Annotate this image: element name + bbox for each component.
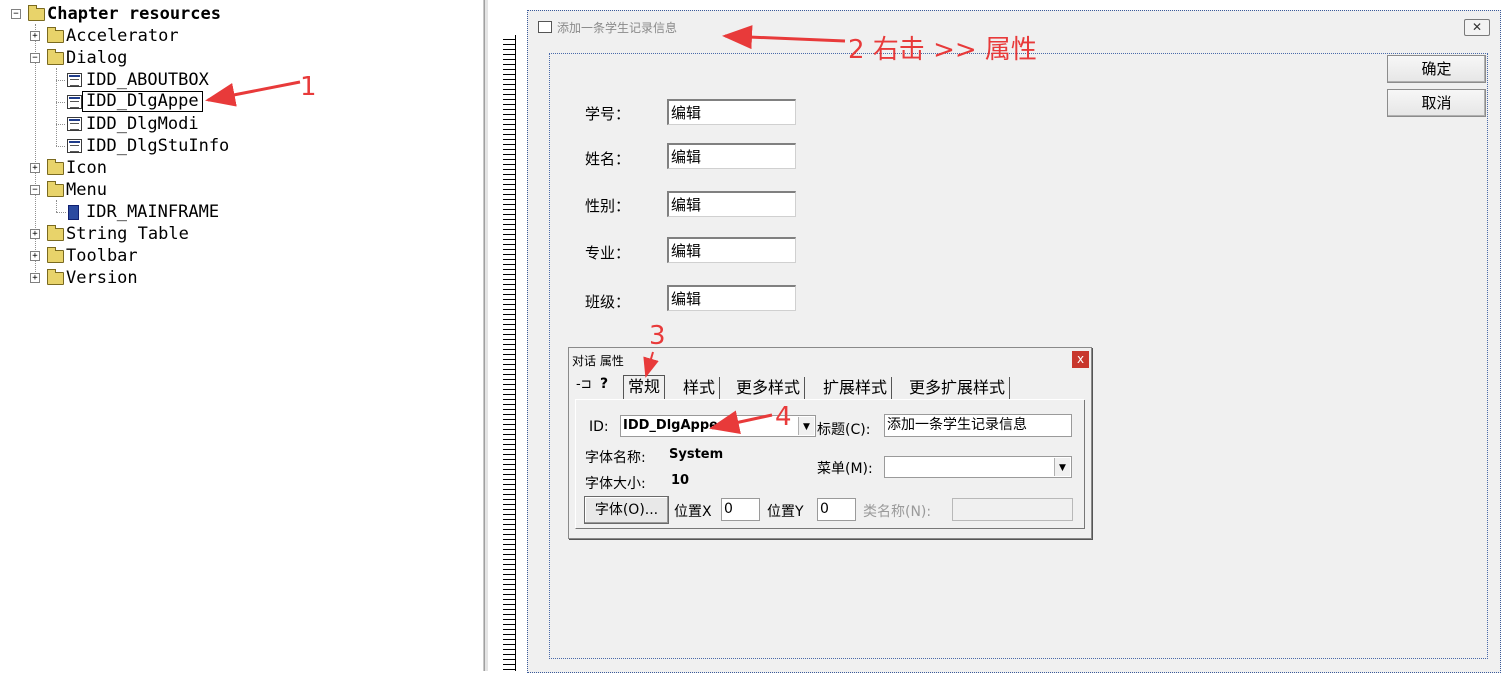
annotation-4: 4: [775, 402, 792, 432]
arrow-1: [205, 80, 301, 107]
arrow-2: [722, 25, 846, 50]
annotation-1: 1: [300, 72, 317, 102]
annotation-arrows: [205, 25, 846, 435]
annotation-2: 2 右击 >> 属性: [848, 35, 1037, 65]
arrow-4: [709, 410, 773, 435]
annotation-3: 3: [649, 321, 666, 351]
arrow-3: [643, 351, 659, 378]
